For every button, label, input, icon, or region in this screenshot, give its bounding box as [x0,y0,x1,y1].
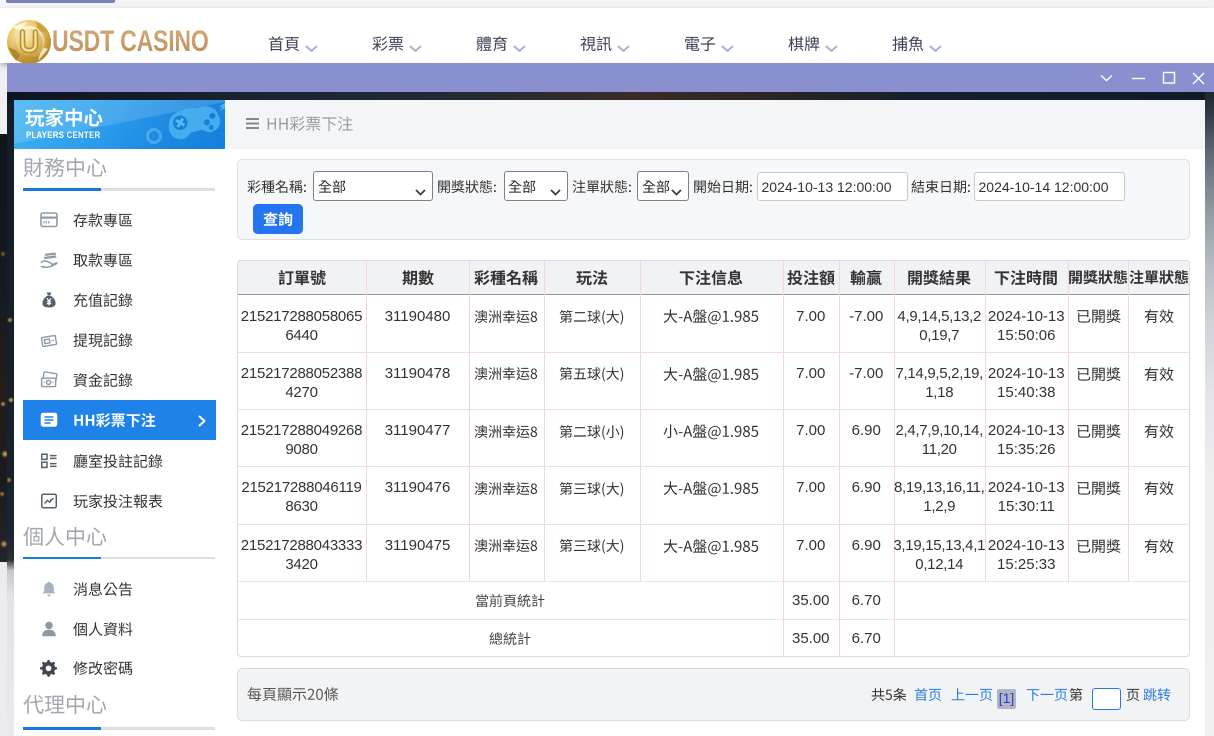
svg-text:Casino: Casino [21,56,37,62]
